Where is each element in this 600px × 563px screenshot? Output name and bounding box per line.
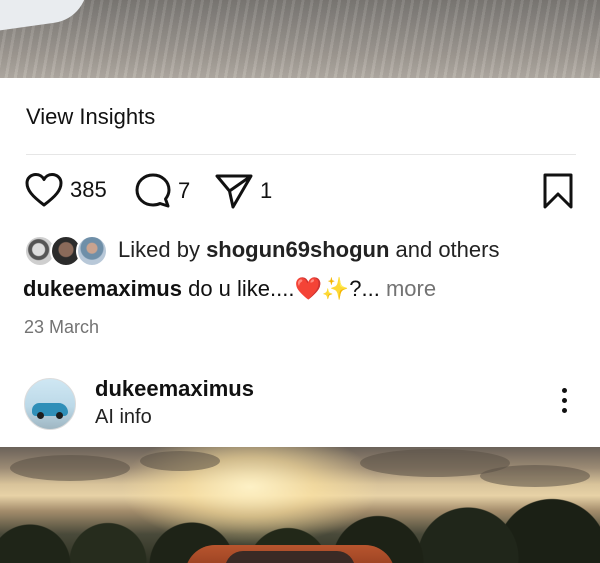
road-texture — [0, 0, 600, 78]
liked-by-suffix: and others — [389, 237, 500, 262]
post-caption: dukeemaximus do u like....❤️✨?... more — [23, 276, 436, 302]
cloud — [140, 451, 220, 471]
liked-by-row[interactable]: Liked by shogun69shogun and others — [24, 232, 499, 268]
car-graphic — [185, 545, 395, 563]
car-window — [225, 551, 355, 563]
send-icon — [215, 174, 253, 209]
avatar[interactable] — [24, 378, 76, 430]
wheel-graphic — [37, 412, 44, 419]
comment-count: 7 — [178, 178, 191, 203]
caption-text: do u like....❤️✨?... — [181, 276, 386, 301]
divider — [26, 154, 576, 155]
post-username[interactable]: dukeemaximus — [95, 376, 254, 402]
save-button[interactable] — [542, 172, 574, 210]
like-button[interactable]: 385 — [24, 172, 107, 208]
wheel-graphic — [56, 412, 63, 419]
share-count: 1 — [260, 178, 273, 203]
post-date: 23 March — [24, 317, 100, 337]
comment-icon — [135, 173, 171, 208]
cloud — [10, 455, 130, 481]
bookmark-icon — [543, 173, 573, 209]
heart-icon — [25, 173, 63, 207]
cloud — [480, 465, 590, 487]
post-header: dukeemaximus AI info — [24, 376, 576, 432]
liked-by-text: Liked by shogun69shogun and others — [118, 237, 499, 263]
avatar — [76, 235, 108, 267]
post-actions-bar: 385 7 1 — [24, 172, 576, 212]
share-button[interactable]: 1 — [214, 172, 272, 210]
liker-avatars — [24, 233, 108, 267]
caption-more-link[interactable]: more — [386, 276, 436, 301]
caption-username[interactable]: dukeemaximus — [23, 276, 182, 301]
like-count: 385 — [70, 177, 107, 202]
post-image[interactable] — [0, 447, 600, 563]
liked-by-prefix: Liked by — [118, 237, 207, 262]
more-options-icon[interactable] — [556, 388, 572, 418]
comment-button[interactable]: 7 — [134, 172, 190, 210]
view-insights-link[interactable]: View Insights — [26, 104, 155, 130]
previous-post-image[interactable] — [0, 0, 600, 78]
ai-info-label[interactable]: AI info — [95, 406, 152, 429]
liked-by-user[interactable]: shogun69shogun — [206, 237, 389, 262]
